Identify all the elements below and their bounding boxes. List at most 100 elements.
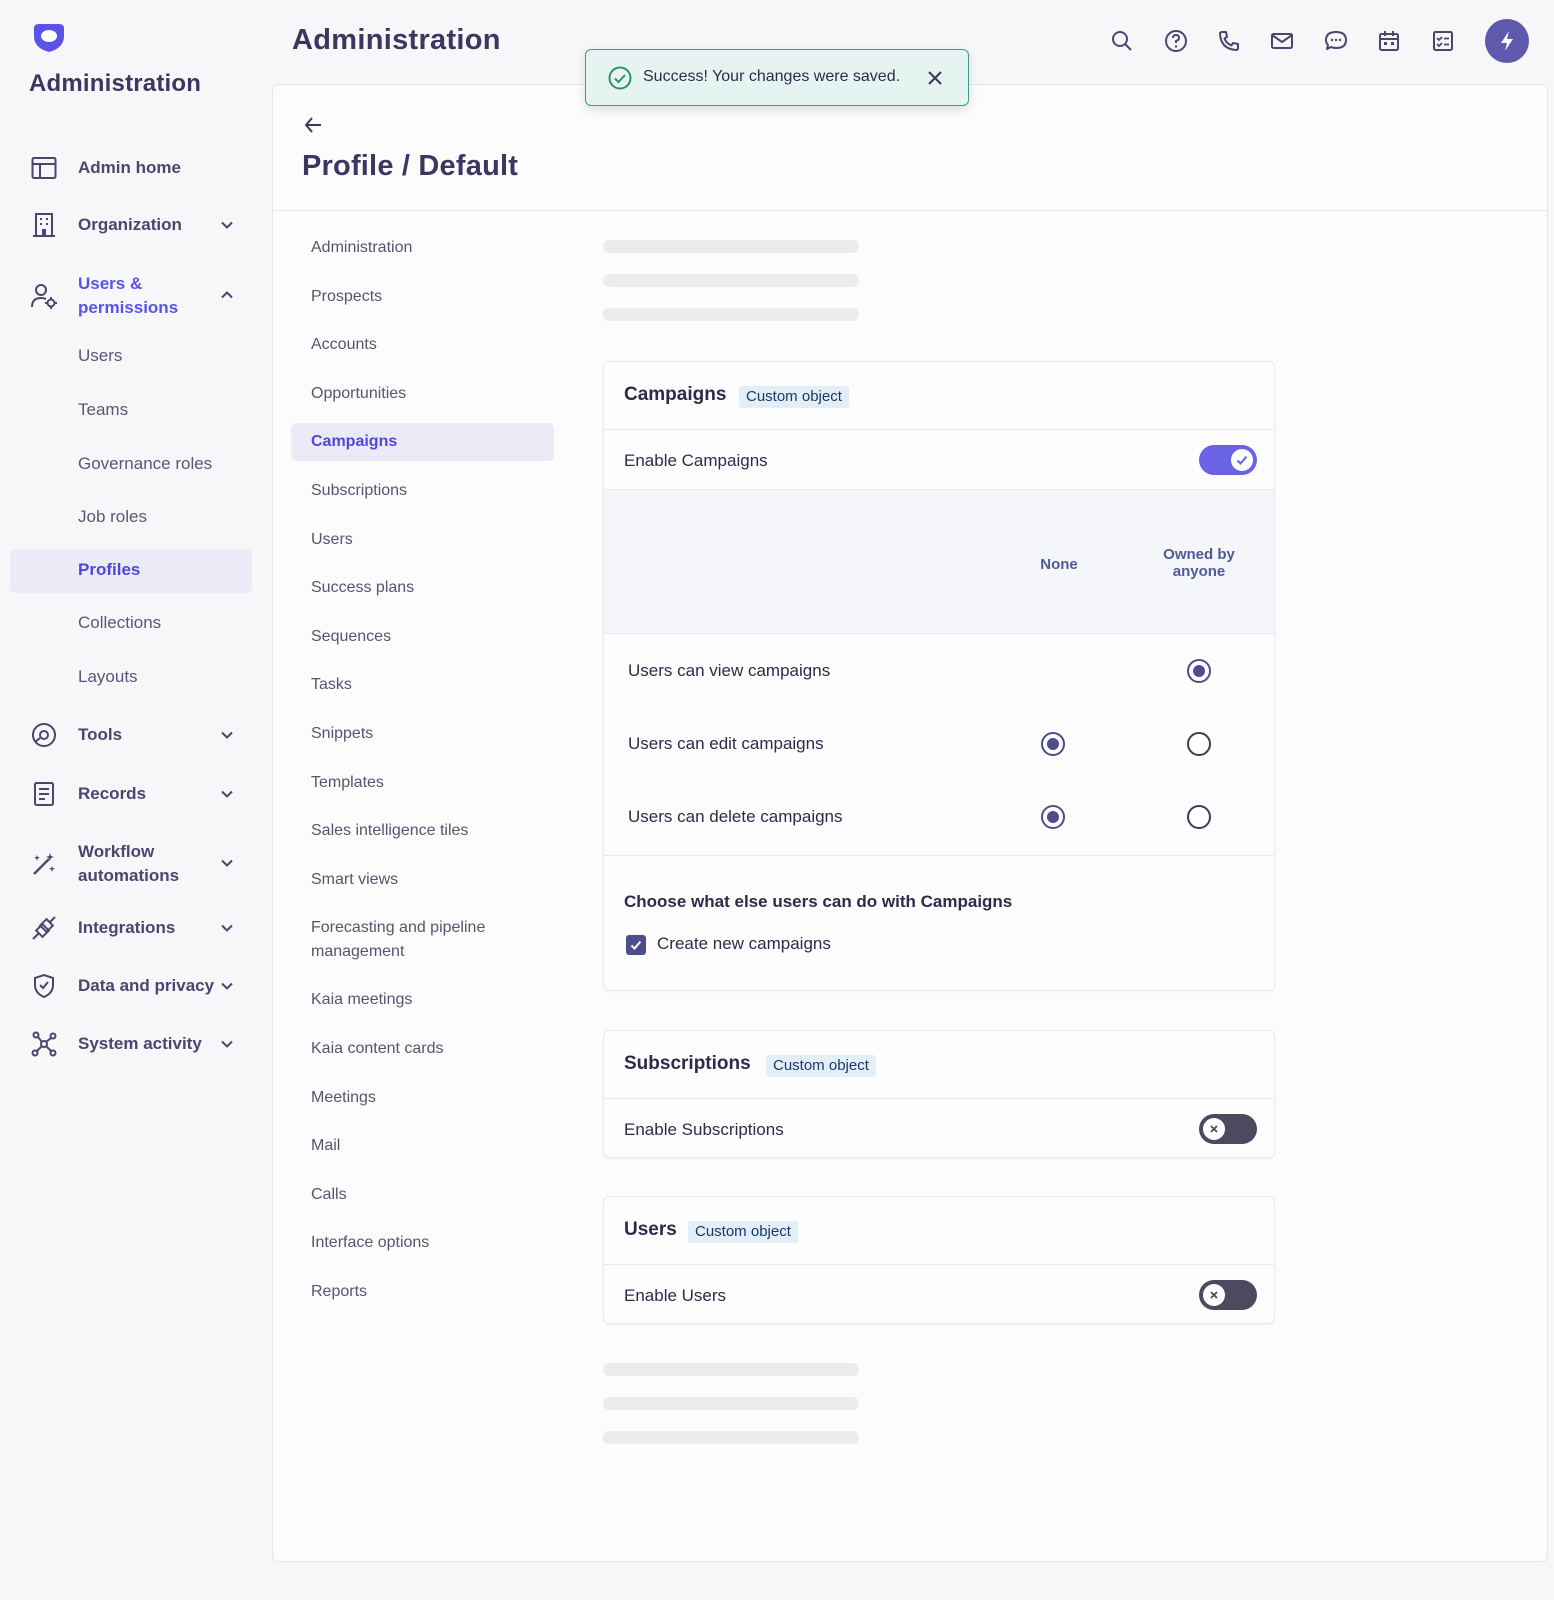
sidebar-item-label: Records — [78, 784, 147, 803]
section-nav-item-mail[interactable]: Mail — [291, 1127, 554, 1165]
sidebar-item-label: Workflow automations — [78, 842, 180, 885]
user-avatar[interactable] — [1485, 19, 1529, 63]
section-nav-item-snippets[interactable]: Snippets — [291, 715, 554, 753]
sidebar-subitem-collections[interactable]: Collections — [10, 602, 252, 646]
section-nav-item-meetings[interactable]: Meetings — [291, 1079, 554, 1117]
app-title: Administration — [29, 70, 202, 97]
section-nav-item-reports[interactable]: Reports — [291, 1273, 554, 1311]
close-icon[interactable] — [926, 69, 944, 87]
permission-label: Users can edit campaigns — [628, 734, 824, 753]
section-nav-label: Calls — [311, 1185, 347, 1203]
section-nav-item-kaia-content-cards[interactable]: Kaia content cards — [291, 1030, 554, 1068]
sidebar-item-label: Admin home — [78, 158, 181, 177]
calendar-icon[interactable] — [1375, 27, 1403, 55]
sidebar-subitem-label: Teams — [78, 400, 129, 419]
section-nav-item-administration[interactable]: Administration — [291, 229, 554, 267]
column-owned-by-anyone: Owned by anyone — [1163, 546, 1235, 580]
edit-owned-by-anyone-radio[interactable] — [1187, 732, 1211, 756]
page-title: Profile / Default — [302, 150, 519, 182]
section-nav-item-sales-intelligence-tiles[interactable]: Sales intelligence tiles — [291, 812, 554, 850]
chevron-down-icon — [221, 859, 233, 867]
sidebar-subitem-teams[interactable]: Teams — [10, 389, 252, 433]
custom-object-badge: Custom object — [688, 1221, 798, 1243]
section-nav-label: Templates — [311, 773, 384, 791]
section-nav-item-smart-views[interactable]: Smart views — [291, 861, 554, 899]
check-circle-icon — [608, 66, 632, 90]
chat-icon[interactable] — [1322, 27, 1350, 55]
section-nav-item-users[interactable]: Users — [291, 521, 554, 559]
enable-campaigns-toggle[interactable] — [1199, 445, 1257, 475]
sidebar-item-organization[interactable]: Organization — [10, 211, 252, 239]
logo-icon — [34, 24, 64, 52]
section-nav-item-tasks[interactable]: Tasks — [291, 666, 554, 704]
custom-object-badge: Custom object — [766, 1055, 876, 1077]
sidebar-item-workflow-automations[interactable]: Workflow automations — [10, 838, 252, 890]
section-nav-label: Prospects — [311, 287, 383, 305]
sidebar-subitem-layouts[interactable]: Layouts — [10, 656, 252, 700]
permission-label: Users can delete campaigns — [628, 807, 843, 826]
section-nav-item-interface-options[interactable]: Interface options — [291, 1224, 554, 1262]
enable-label: Enable Campaigns — [624, 451, 768, 470]
view-owned-by-anyone-radio[interactable] — [1187, 659, 1211, 683]
help-icon[interactable] — [1162, 27, 1190, 55]
section-nav-item-accounts[interactable]: Accounts — [291, 326, 554, 364]
tools-icon — [30, 721, 58, 749]
sidebar-subitem-profiles[interactable]: Profiles — [10, 549, 252, 593]
x-icon — [1210, 1291, 1218, 1299]
sidebar-subitem-job-roles[interactable]: Job roles — [10, 496, 252, 540]
search-icon[interactable] — [1108, 27, 1136, 55]
section-nav-label: Sequences — [311, 627, 392, 645]
toast-message: Success! Your changes were saved. — [643, 68, 901, 85]
back-arrow-icon[interactable] — [303, 115, 323, 135]
phone-icon[interactable] — [1215, 27, 1243, 55]
section-nav-item-calls[interactable]: Calls — [291, 1176, 554, 1214]
enable-users-toggle[interactable] — [1199, 1280, 1257, 1310]
section-nav-label: Meetings — [311, 1088, 376, 1106]
sidebar-item-admin-home[interactable]: Admin home — [10, 154, 252, 182]
section-nav-label: Opportunities — [311, 384, 407, 402]
sidebar-subitem-users[interactable]: Users — [10, 335, 252, 379]
sidebar-subitem-governance-roles[interactable]: Governance roles — [10, 443, 252, 487]
tasks-icon[interactable] — [1429, 27, 1457, 55]
chevron-down-icon — [221, 731, 233, 739]
sidebar-item-system-activity[interactable]: System activity — [10, 1030, 252, 1058]
records-icon — [30, 780, 58, 808]
mail-icon[interactable] — [1268, 27, 1296, 55]
skeleton-line — [603, 1431, 859, 1444]
section-nav-label: Tasks — [311, 676, 352, 694]
campaigns-card: Campaigns Custom object Enable Campaigns… — [603, 361, 1275, 991]
permissions-header: None Owned by anyone — [604, 489, 1274, 634]
sidebar-item-integrations[interactable]: Integrations — [10, 914, 252, 942]
user-gear-icon — [30, 282, 58, 310]
section-nav-item-forecasting-and-pipeline-management[interactable]: Forecasting and pipeline management — [291, 909, 554, 969]
section-nav-item-subscriptions[interactable]: Subscriptions — [291, 472, 554, 510]
success-toast: Success! Your changes were saved. — [585, 49, 969, 106]
section-nav-label: Kaia meetings — [311, 991, 413, 1009]
sidebar-subitem-label: Governance roles — [78, 454, 213, 473]
edit-none-radio[interactable] — [1041, 732, 1065, 756]
section-nav-item-prospects[interactable]: Prospects — [291, 278, 554, 316]
card-title: Users — [624, 1219, 677, 1240]
card-header: Subscriptions Custom object — [604, 1031, 1274, 1099]
section-nav-item-opportunities[interactable]: Opportunities — [291, 375, 554, 413]
section-nav-item-templates[interactable]: Templates — [291, 764, 554, 802]
delete-none-radio[interactable] — [1041, 805, 1065, 829]
skeleton-line — [603, 308, 859, 321]
delete-owned-by-anyone-radio[interactable] — [1187, 805, 1211, 829]
extra-permissions-title: Choose what else users can do with Campa… — [624, 892, 1013, 911]
sidebar-item-tools[interactable]: Tools — [10, 721, 252, 749]
section-nav-item-sequences[interactable]: Sequences — [291, 618, 554, 656]
sidebar-subitem-label: Layouts — [78, 667, 138, 686]
x-icon — [1210, 1125, 1218, 1133]
section-nav-item-success-plans[interactable]: Success plans — [291, 569, 554, 607]
section-nav-label: Accounts — [311, 336, 377, 354]
enable-subscriptions-toggle[interactable] — [1199, 1114, 1257, 1144]
create-campaigns-checkbox[interactable] — [626, 935, 646, 955]
section-nav-label: Interface options — [311, 1234, 430, 1252]
section-nav-label: Success plans — [311, 579, 415, 597]
section-nav-item-kaia-meetings[interactable]: Kaia meetings — [291, 981, 554, 1019]
section-nav-item-campaigns[interactable]: Campaigns — [291, 423, 554, 462]
sidebar-item-records[interactable]: Records — [10, 780, 252, 808]
sidebar-item-users-permissions[interactable]: Users & permissions — [10, 270, 252, 322]
sidebar-item-data-privacy[interactable]: Data and privacy — [10, 972, 252, 1000]
